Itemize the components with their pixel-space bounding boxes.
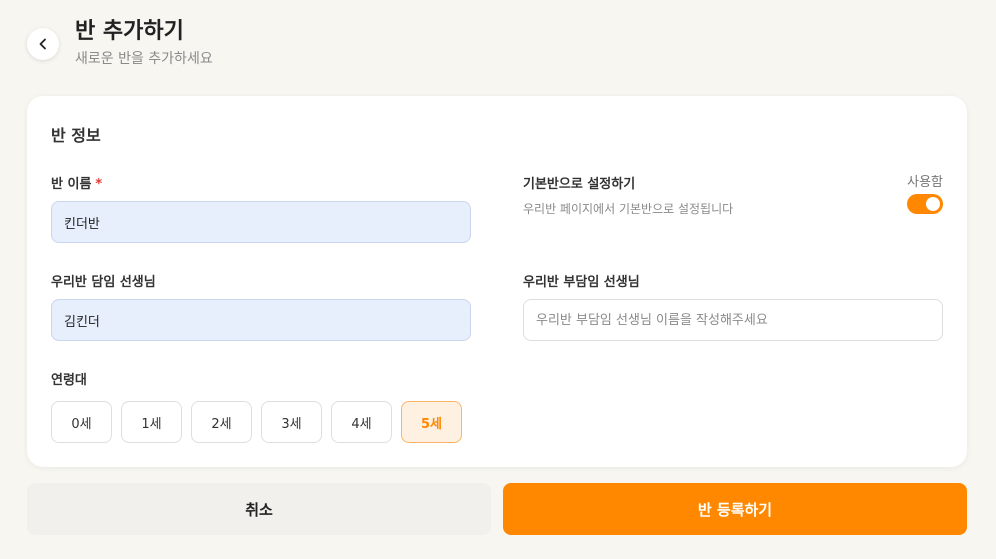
homeroom-teacher-label: 우리반 담임 선생님 xyxy=(51,275,156,290)
assistant-teacher-label: 우리반 부담임 선생님 xyxy=(523,275,640,290)
chevron-left-icon xyxy=(39,38,46,50)
default-class-toggle[interactable] xyxy=(907,194,943,214)
page-subtitle: 새로운 반을 추가하세요 xyxy=(75,51,213,67)
assistant-teacher-input[interactable] xyxy=(523,299,943,341)
age-group-label: 연령대 xyxy=(51,373,87,388)
class-name-label-text: 반 이름 xyxy=(51,177,92,192)
required-mark: * xyxy=(95,177,103,192)
page-header: 반 추가하기 새로운 반을 추가하세요 xyxy=(27,18,213,68)
age-option-5[interactable]: 5세 xyxy=(401,401,462,443)
toggle-status-label: 사용함 xyxy=(907,175,943,190)
class-name-input[interactable] xyxy=(51,201,471,243)
age-option-2[interactable]: 2세 xyxy=(191,401,252,443)
age-option-3[interactable]: 3세 xyxy=(261,401,322,443)
class-name-label: 반 이름 * xyxy=(51,173,102,192)
default-class-label: 기본반으로 설정하기 xyxy=(523,177,636,192)
age-option-0[interactable]: 0세 xyxy=(51,401,112,443)
header-titles: 반 추가하기 새로운 반을 추가하세요 xyxy=(75,18,213,68)
page: 반 추가하기 새로운 반을 추가하세요 반 정보 반 이름* 기본반으로 설정하… xyxy=(0,0,996,559)
age-group-options: 0세 1세 2세 3세 4세 5세 xyxy=(51,401,462,443)
section-title: 반 정보 xyxy=(51,126,101,145)
class-info-card: 반 정보 반 이름* 기본반으로 설정하기 우리반 페이지에서 기본반으로 설정… xyxy=(27,96,967,467)
default-class-description: 우리반 페이지에서 기본반으로 설정됩니다 xyxy=(523,202,734,216)
age-option-4[interactable]: 4세 xyxy=(331,401,392,443)
toggle-knob xyxy=(926,197,940,211)
age-option-1[interactable]: 1세 xyxy=(121,401,182,443)
cancel-button[interactable]: 취소 xyxy=(27,483,491,535)
back-button[interactable] xyxy=(27,28,59,60)
page-title: 반 추가하기 xyxy=(75,19,184,44)
homeroom-teacher-input[interactable] xyxy=(51,299,471,341)
submit-button[interactable]: 반 등록하기 xyxy=(503,483,967,535)
